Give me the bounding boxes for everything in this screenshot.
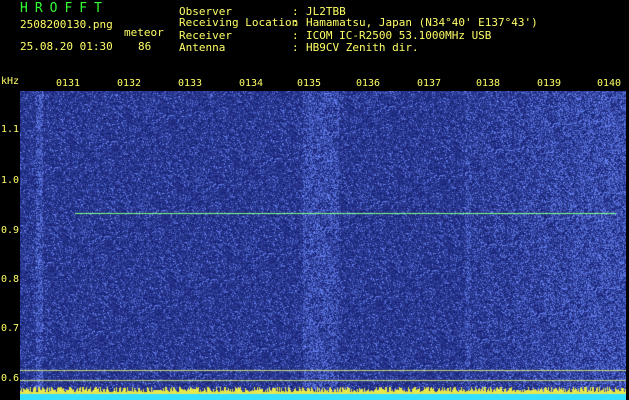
x-tick-0133: 0133 — [178, 78, 203, 89]
y-tick-0-9: 0.9 — [1, 225, 20, 236]
location-sep: : — [292, 16, 299, 29]
x-tick-0136: 0136 — [356, 78, 381, 89]
x-tick-0140: 0140 — [597, 78, 622, 89]
x-tick-0137: 0137 — [417, 78, 442, 89]
y-tick-0-6: 0.6 — [1, 373, 20, 384]
meteor-count: 86 — [138, 40, 152, 53]
y-tick-0-8: 0.8 — [1, 274, 20, 285]
location-value: Hamamatsu, Japan (N34°40' E137°43') — [306, 16, 538, 29]
location-label: Receiving Location — [179, 16, 299, 29]
spectrogram-plot — [20, 91, 626, 400]
x-tick-0131: 0131 — [56, 78, 81, 89]
antenna-sep: : — [292, 41, 299, 54]
filename: 2508200130.png — [20, 18, 113, 31]
antenna-label: Antenna — [179, 41, 226, 54]
y-tick-1-0: 1.0 — [1, 175, 20, 186]
y-tick-0-7: 0.7 — [1, 323, 20, 334]
meteor-label: meteor — [124, 26, 164, 39]
y-axis-unit: kHz — [1, 76, 20, 87]
spectrogram-screen: HROFFT 2508200130.png 25.08.20 01:30 met… — [0, 0, 629, 400]
x-tick-0138: 0138 — [476, 78, 501, 89]
y-tick-1-1: 1.1 — [1, 124, 20, 135]
x-tick-0139: 0139 — [537, 78, 562, 89]
x-tick-0132: 0132 — [117, 78, 142, 89]
antenna-value: HB9CV Zenith dir. — [306, 41, 419, 54]
app-title: HROFFT — [20, 1, 109, 16]
x-tick-0135: 0135 — [297, 78, 322, 89]
datetime: 25.08.20 01:30 — [20, 40, 113, 53]
x-tick-0134: 0134 — [239, 78, 264, 89]
